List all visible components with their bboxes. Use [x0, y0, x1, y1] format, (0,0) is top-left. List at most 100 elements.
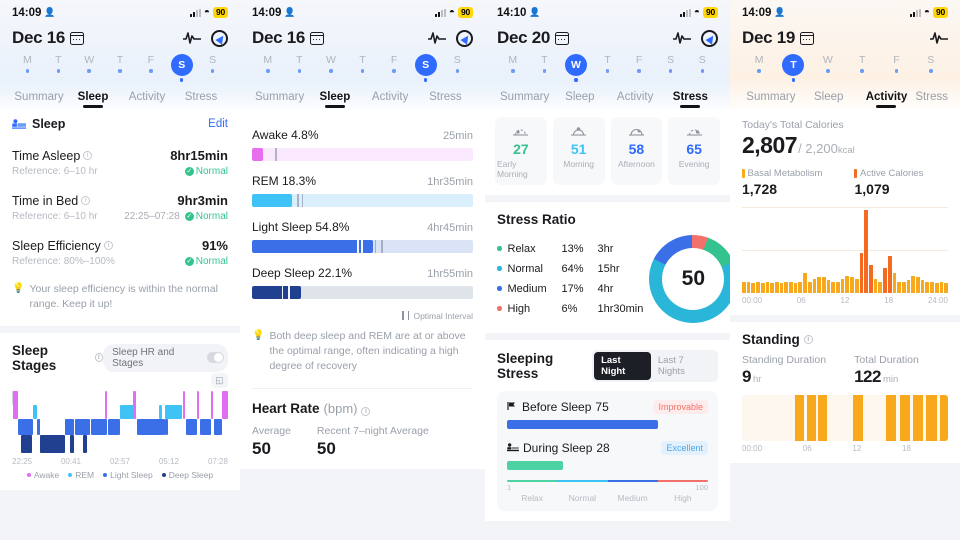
tod-morning[interactable]: 51 Morning [552, 116, 605, 185]
week-day-t2[interactable]: T [845, 54, 879, 82]
stress-label: Relax [507, 242, 536, 255]
tod-early-morning[interactable]: 27 Early Morning [495, 116, 547, 185]
sleep-hr-toggle[interactable]: Sleep HR and Stages [103, 343, 228, 372]
compass-icon[interactable] [456, 29, 473, 47]
tab-stress[interactable]: Stress [915, 91, 948, 109]
battery-indicator: 90 [702, 7, 718, 18]
tab-stress[interactable]: Stress [418, 91, 473, 109]
tab-stress[interactable]: Stress [663, 91, 718, 109]
info-icon[interactable]: i [803, 334, 813, 344]
chart-bar [812, 278, 817, 293]
hypnogram-segment [196, 390, 200, 419]
date-selector[interactable]: Dec 19 [742, 28, 815, 48]
week-strip[interactable]: M T W T F S S [252, 52, 473, 86]
tab-summary[interactable]: Summary [497, 91, 552, 109]
week-day-s1[interactable]: S [914, 54, 948, 82]
compass-icon[interactable] [701, 29, 718, 47]
week-day-f[interactable]: F [879, 54, 913, 82]
legend-rem: REM [68, 470, 94, 480]
calendar-icon[interactable] [555, 31, 570, 45]
tab-activity[interactable]: Activity [858, 91, 916, 109]
week-day-f[interactable]: F [135, 54, 166, 82]
date-selector[interactable]: Dec 16 [252, 28, 325, 48]
edit-button[interactable]: Edit [208, 118, 228, 130]
tab-summary[interactable]: Summary [252, 91, 307, 109]
section-tabs[interactable]: Summary Sleep Activity Stress [12, 86, 228, 109]
week-day-s2[interactable]: S [686, 54, 718, 82]
week-strip[interactable]: M T W T F S S [497, 52, 718, 86]
calendar-icon[interactable] [310, 31, 325, 45]
calendar-icon[interactable] [70, 31, 85, 45]
tab-activity[interactable]: Activity [608, 91, 663, 109]
week-strip[interactable]: M T W T F S S [12, 52, 228, 86]
info-icon[interactable]: i [83, 151, 93, 160]
week-day-s2[interactable]: S [441, 54, 473, 82]
ecg-icon[interactable] [428, 31, 446, 45]
week-day-w[interactable]: W [74, 54, 105, 82]
week-day-s1[interactable]: S [655, 54, 687, 82]
axis-tick: 18 [884, 295, 894, 305]
week-day-t1[interactable]: T [529, 54, 561, 82]
week-day-s1-selected[interactable]: S [166, 54, 197, 82]
info-icon[interactable]: i [103, 241, 113, 250]
calories-unit: kcal [837, 144, 855, 156]
ecg-icon[interactable] [183, 31, 201, 45]
hypnogram-segment [185, 418, 197, 435]
sleeping-stress-range-toggle[interactable]: Last Night Last 7 Nights [592, 349, 718, 382]
calendar-icon[interactable] [800, 31, 815, 45]
week-day-t1[interactable]: T [43, 54, 74, 82]
week-strip[interactable]: M T W T F S [742, 52, 948, 86]
week-day-m[interactable]: M [252, 54, 284, 82]
week-day-w[interactable]: W [811, 54, 845, 82]
status-badge: ✓ Normal [184, 256, 228, 267]
hypnogram-segment [182, 390, 186, 419]
section-tabs[interactable]: Summary Sleep Activity Stress [742, 86, 948, 109]
week-day-m[interactable]: M [12, 54, 43, 82]
week-day-s2[interactable]: S [197, 54, 228, 82]
toggle-switch[interactable] [207, 352, 224, 364]
tab-activity[interactable]: Activity [363, 91, 418, 109]
scale-min: 1 [507, 483, 512, 492]
week-day-f[interactable]: F [378, 54, 410, 82]
section-tabs[interactable]: Summary Sleep Activity Stress [252, 86, 473, 109]
tab-activity[interactable]: Activity [120, 91, 174, 109]
tod-evening[interactable]: 65 Evening [668, 116, 720, 185]
date-selector[interactable]: Dec 16 [12, 28, 85, 48]
ecg-icon[interactable] [673, 31, 691, 45]
week-day-s1-selected[interactable]: S [410, 54, 442, 82]
tab-stress[interactable]: Stress [174, 91, 228, 109]
info-icon[interactable]: i [94, 353, 104, 363]
info-icon[interactable]: i [361, 407, 371, 417]
week-day-t2[interactable]: T [105, 54, 136, 82]
sleep-section-title: Sleep [32, 116, 66, 131]
tab-sleep[interactable]: Sleep [307, 91, 362, 109]
ecg-icon[interactable] [930, 31, 948, 45]
date-selector[interactable]: Dec 20 [497, 28, 570, 48]
info-icon[interactable]: i [81, 196, 91, 205]
week-day-w-selected[interactable]: W [560, 54, 592, 82]
section-tabs[interactable]: Summary Sleep Activity Stress [497, 86, 718, 109]
chart-bar [887, 255, 892, 293]
tab-sleep[interactable]: Sleep [800, 91, 858, 109]
week-day-t1-selected[interactable]: T [776, 54, 810, 82]
tab-summary[interactable]: Summary [12, 91, 66, 109]
week-day-t2[interactable]: T [347, 54, 379, 82]
axis-tick: 05:12 [158, 456, 179, 466]
sleeping-stress-body: Before Sleep 75 Improvable During Sleep [497, 390, 718, 511]
ss-label: Before Sleep [522, 399, 592, 414]
tab-sleep[interactable]: Sleep [552, 91, 607, 109]
week-day-m[interactable]: M [742, 54, 776, 82]
toggle-last-7-nights[interactable]: Last 7 Nights [651, 352, 716, 380]
tab-summary[interactable]: Summary [742, 91, 800, 109]
tab-sleep[interactable]: Sleep [66, 91, 120, 109]
expand-icon[interactable]: ◱ [211, 372, 228, 388]
status-bar: 14:09 👤 ◓ 90 [742, 0, 948, 22]
week-day-t1[interactable]: T [284, 54, 316, 82]
compass-icon[interactable] [211, 29, 228, 47]
tod-afternoon[interactable]: 58 Afternoon [610, 116, 663, 185]
week-day-w[interactable]: W [315, 54, 347, 82]
week-day-m[interactable]: M [497, 54, 529, 82]
week-day-f[interactable]: F [623, 54, 655, 82]
week-day-t2[interactable]: T [592, 54, 624, 82]
toggle-last-night[interactable]: Last Night [594, 351, 651, 380]
